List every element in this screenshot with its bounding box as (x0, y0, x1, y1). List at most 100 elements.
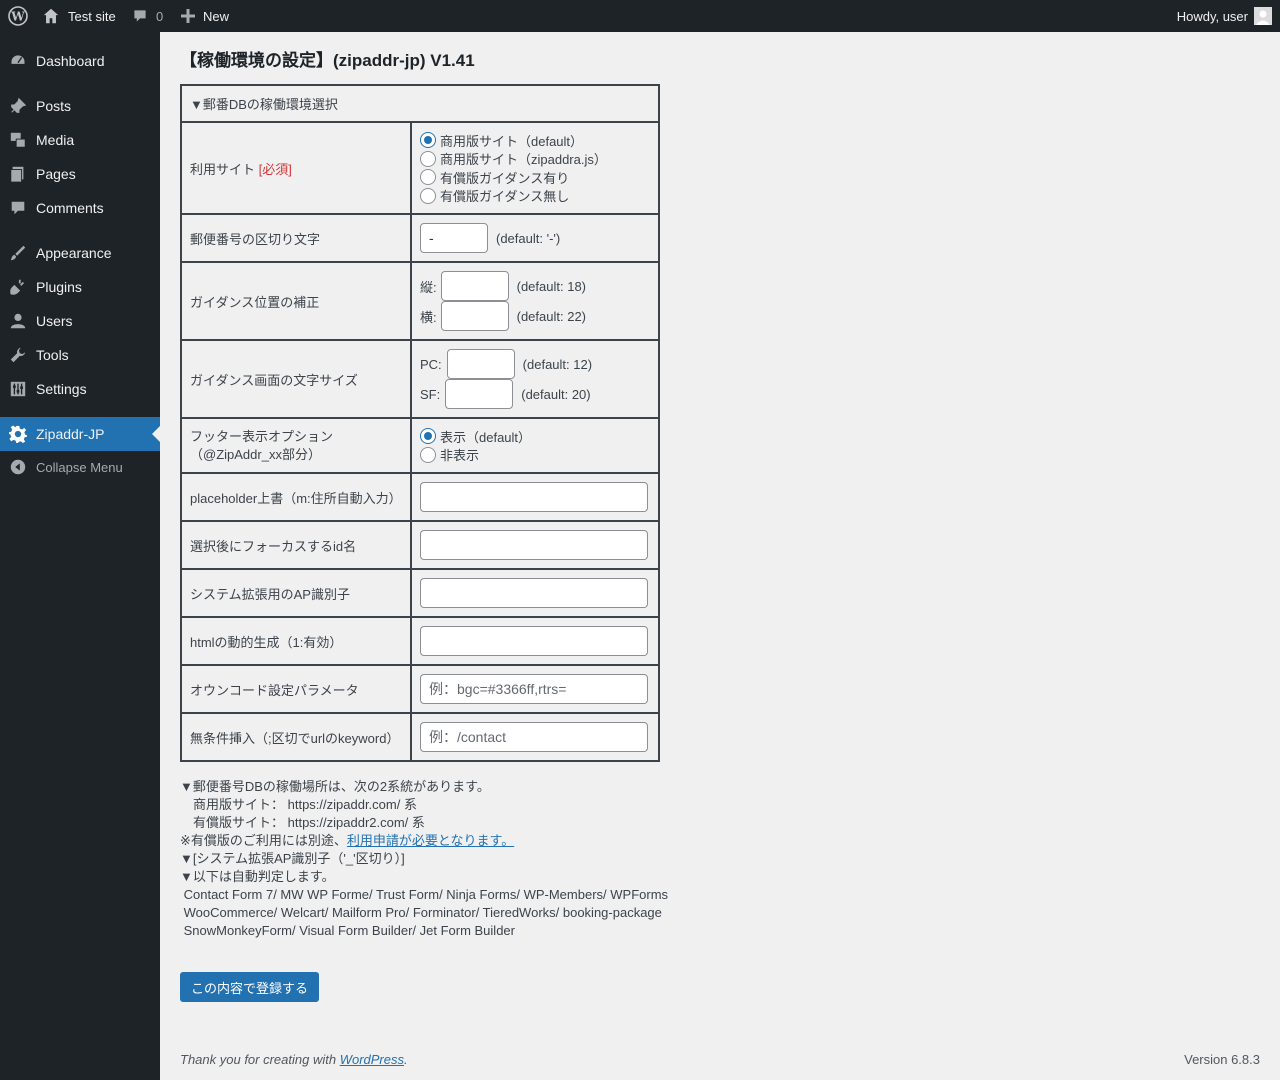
separator-label: 郵便番号の区切り文字 (180, 213, 412, 263)
sidebar-item-tools[interactable]: Tools (0, 338, 160, 372)
separator-cell: - (default: '-') (410, 213, 660, 263)
comments-link[interactable]: 0 (132, 0, 163, 32)
sidebar-item-label: Settings (36, 381, 87, 397)
pin-icon (0, 97, 36, 115)
dynamic-label: htmlの動的生成（1:有効） (180, 616, 412, 666)
dynamic-html-input[interactable] (420, 626, 648, 656)
unconditional-label: 無条件挿入（;区切でurlのkeyword） (180, 712, 412, 762)
notes-line: ▼郵便番号DBの稼働場所は、次の2系統があります。 (180, 779, 490, 794)
owncode-label: オウンコード設定パラメータ (180, 664, 412, 714)
comments-count: 0 (156, 8, 164, 24)
focus-cell (410, 520, 660, 570)
media-icon (0, 131, 36, 149)
application-link[interactable]: 利用申請が必要となります。 (347, 833, 514, 848)
sidebar-item-posts[interactable]: Posts (0, 89, 160, 123)
sidebar-item-label: Media (36, 132, 75, 148)
vertical-label: 縦: (420, 279, 437, 295)
admin-bar: W Test site 0 New Howdy, user (0, 0, 1280, 32)
fontsize-label: ガイダンス画面の文字サイズ (180, 339, 412, 419)
sidebar-item-label: Posts (36, 98, 72, 114)
site-options: 商用版サイト（default） 商用版サイト（zipaddra.js） 有償版ガ… (410, 121, 660, 215)
footer-option-hide[interactable]: 非表示 (420, 446, 650, 465)
site-option-commercial-default[interactable]: 商用版サイト（default） (420, 131, 650, 150)
sidebar-item-pages[interactable]: Pages (0, 157, 160, 191)
sf-label: SF: (420, 386, 441, 402)
sf-fontsize-input[interactable] (445, 379, 514, 409)
dashboard-icon (0, 52, 36, 70)
wordpress-logo-icon[interactable]: W (4, 0, 32, 32)
radio-button[interactable] (420, 150, 436, 167)
dynamic-cell (410, 616, 660, 666)
my-account-link[interactable]: Howdy, user (1177, 0, 1272, 32)
radio-button[interactable] (420, 132, 436, 149)
separator-input[interactable]: - (420, 223, 488, 253)
howdy-label: Howdy, user (1176, 8, 1248, 24)
ap-id-input[interactable] (420, 578, 648, 608)
table-row: 選択後にフォーカスするid名 (180, 520, 660, 570)
table-row: 無条件挿入（;区切でurlのkeyword） 例：/contact (180, 712, 660, 762)
comment-icon (0, 199, 36, 217)
owncode-cell: 例：bgc=#3366ff,rtrs= (410, 664, 660, 714)
radio-button[interactable] (420, 169, 436, 186)
fontsize-cell: PC: (default: 12) SF: (default: 20) (410, 339, 660, 419)
sidebar-item-settings[interactable]: Settings (0, 372, 160, 406)
table-row: placeholder上書（m:住所自動入力） (180, 472, 660, 522)
unconditional-input[interactable]: 例：/contact (420, 722, 648, 752)
sidebar-item-media[interactable]: Media (0, 123, 160, 157)
new-content-link[interactable]: New (181, 0, 229, 32)
sidebar-item-comments[interactable]: Comments (0, 191, 160, 225)
radio-button[interactable] (420, 446, 436, 463)
notes-line: ▼[システム拡張AP識別子（'_'区切り）] (180, 851, 405, 866)
save-button[interactable]: この内容で登録する (180, 972, 320, 1002)
placeholder-input[interactable] (420, 482, 648, 512)
pc-fontsize-input[interactable] (446, 349, 515, 379)
collapse-menu-button[interactable]: Collapse Menu (0, 450, 160, 484)
owncode-input[interactable]: 例：bgc=#3366ff,rtrs= (420, 674, 648, 704)
radio-label: 有償版ガイダンス有り (440, 170, 570, 186)
footer-option-show[interactable]: 表示（default） (420, 427, 650, 446)
radio-button[interactable] (420, 187, 436, 204)
wrench-icon (0, 346, 36, 364)
radio-label: 非表示 (440, 448, 480, 464)
sidebar-item-label: Tools (36, 347, 69, 363)
horizontal-label: 横: (420, 309, 437, 325)
new-label: New (203, 8, 230, 24)
sidebar-item-label: Users (36, 313, 73, 329)
notes-paid-prefix: ※有償版のご利用には別途、 (180, 833, 347, 848)
table-row: 郵便番号の区切り文字 - (default: '-') (180, 213, 660, 263)
notes-line: ※有償版のご利用には別途、利用申請が必要となります。 (180, 832, 668, 850)
page-title: 【稼働環境の設定】(zipaddr-jp) V1.41 (180, 51, 475, 70)
vertical-offset-input[interactable] (440, 271, 509, 301)
footer-option-label-line1: フッター表示オプション (190, 428, 334, 444)
site-name-link[interactable]: Test site (42, 0, 116, 32)
sidebar-item-appearance[interactable]: Appearance (0, 236, 160, 270)
footer-thanks: Thank you for creating with WordPress. (180, 1052, 408, 1067)
table-row: ガイダンス位置の補正 縦: (default: 18) 横: (default: 2… (180, 261, 660, 341)
wordpress-link[interactable]: WordPress (340, 1052, 404, 1067)
sidebar-item-label: Appearance (36, 245, 112, 261)
position-label: ガイダンス位置の補正 (180, 261, 412, 341)
site-option-paid-guidance-off[interactable]: 有償版ガイダンス無し (420, 187, 650, 206)
section-header: ▼郵番DBの稼働環境選択 (180, 84, 660, 123)
table-row: オウンコード設定パラメータ 例：bgc=#3366ff,rtrs= (180, 664, 660, 714)
sidebar-item-label: Zipaddr-JP (36, 426, 105, 442)
ap-id-cell (410, 568, 660, 618)
focus-id-input[interactable] (420, 530, 648, 560)
sidebar-item-label: Plugins (36, 279, 82, 295)
position-cell: 縦: (default: 18) 横: (default: 22) (410, 261, 660, 341)
site-option-commercial-zipaddra[interactable]: 商用版サイト（zipaddra.js） (420, 150, 650, 169)
radio-button[interactable] (420, 428, 436, 445)
sidebar-item-users[interactable]: Users (0, 304, 160, 338)
horizontal-offset-input[interactable] (440, 301, 509, 331)
sidebar-item-label: Comments (36, 200, 104, 216)
site-option-paid-guidance-on[interactable]: 有償版ガイダンス有り (420, 168, 650, 187)
collapse-menu-label: Collapse Menu (36, 459, 123, 475)
sidebar-item-plugins[interactable]: Plugins (0, 270, 160, 304)
pages-icon (0, 165, 36, 183)
home-icon (42, 7, 60, 25)
sidebar-item-dashboard[interactable]: Dashboard (0, 44, 160, 78)
footer-option-label-line2: （@ZipAddr_xx部分） (190, 446, 321, 462)
sidebar-item-zipaddr-jp[interactable]: Zipaddr-JP (0, 417, 160, 451)
table-row: 利用サイト [必須] 商用版サイト（default） 商用版サイト（zipadd… (180, 121, 660, 215)
table-row: フッター表示オプション （@ZipAddr_xx部分） 表示（default） … (180, 417, 660, 474)
